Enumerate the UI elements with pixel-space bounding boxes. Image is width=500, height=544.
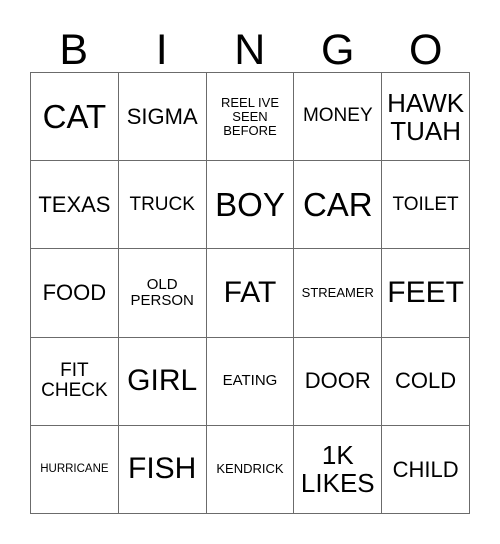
bingo-cell-label: HAWK TUAH — [387, 87, 465, 146]
bingo-cell[interactable]: HURRICANE — [31, 425, 119, 514]
bingo-cell[interactable]: EATING — [206, 337, 295, 426]
bingo-cell-label: HURRICANE — [40, 463, 109, 476]
bingo-header-letter-o: O — [409, 26, 443, 74]
bingo-header-letter-n: N — [234, 26, 266, 74]
bingo-cell-label: CAR — [302, 185, 373, 223]
bingo-header-row: B I N G O — [30, 14, 470, 72]
bingo-cell-label: MONEY — [302, 105, 373, 127]
bingo-cell-label: FAT — [223, 275, 277, 309]
bingo-cell-label: FEET — [387, 275, 464, 309]
bingo-cell[interactable]: STREAMER — [294, 249, 383, 338]
bingo-cell[interactable]: TRUCK — [118, 161, 207, 250]
bingo-cell[interactable]: GIRL — [118, 337, 207, 426]
bingo-cell-label: BOY — [215, 185, 285, 223]
bingo-cell-label: EATING — [222, 372, 278, 390]
bingo-cell[interactable]: TEXAS — [31, 161, 119, 250]
bingo-cell-label: CHILD — [392, 456, 459, 482]
bingo-cell-label: FIT CHECK — [41, 359, 108, 402]
bingo-cell[interactable]: SIGMA — [118, 73, 207, 162]
bingo-cell[interactable]: REEL IVE SEEN BEFORE — [206, 73, 295, 162]
bingo-cell-label: TOILET — [392, 193, 459, 215]
bingo-cell-label: SIGMA — [126, 103, 198, 129]
bingo-cell-label: TRUCK — [129, 193, 195, 215]
bingo-grid: CAT SIGMA REEL IVE SEEN BEFORE MONEY HAW… — [30, 72, 470, 514]
bingo-cell[interactable]: FAT — [206, 249, 295, 338]
bingo-cell[interactable]: CAR — [294, 161, 383, 250]
bingo-cell-label: REEL IVE SEEN BEFORE — [220, 94, 280, 138]
bingo-cell[interactable]: FEET — [382, 249, 470, 338]
bingo-cell[interactable]: MONEY — [294, 73, 383, 162]
bingo-cell[interactable]: CHILD — [382, 425, 470, 514]
bingo-cell[interactable]: OLD PERSON — [118, 249, 207, 338]
bingo-cell-label: COLD — [395, 368, 457, 394]
bingo-cell[interactable]: HAWK TUAH — [382, 73, 470, 162]
bingo-card: B I N G O CAT SIGMA REEL IVE SEEN BEFORE… — [0, 0, 500, 544]
bingo-cell-label: 1K LIKES — [300, 440, 375, 499]
bingo-header-letter-i: I — [155, 26, 169, 74]
bingo-cell-label: KENDRICK — [216, 461, 284, 477]
bingo-cell-label: TEXAS — [38, 191, 111, 217]
bingo-cell-label: FISH — [128, 452, 197, 486]
bingo-cell-label: STREAMER — [301, 284, 374, 300]
bingo-cell[interactable]: BOY — [206, 161, 295, 250]
bingo-cell[interactable]: DOOR — [294, 337, 383, 426]
bingo-cell-label: OLD PERSON — [130, 275, 194, 309]
bingo-cell[interactable]: TOILET — [382, 161, 470, 250]
bingo-cell[interactable]: FISH — [118, 425, 207, 514]
bingo-header-letter-b: B — [59, 26, 89, 74]
bingo-header-letter-g: G — [321, 26, 355, 74]
bingo-cell[interactable]: COLD — [382, 337, 470, 426]
bingo-cell-label: CAT — [42, 97, 107, 135]
bingo-cell[interactable]: FIT CHECK — [31, 337, 119, 426]
bingo-cell[interactable]: 1K LIKES — [294, 425, 383, 514]
bingo-cell[interactable]: KENDRICK — [206, 425, 295, 514]
bingo-cell-label: FOOD — [42, 280, 107, 306]
bingo-cell[interactable]: CAT — [31, 73, 119, 162]
bingo-cell-label: GIRL — [127, 364, 198, 397]
bingo-cell[interactable]: FOOD — [31, 249, 119, 338]
bingo-cell-label: DOOR — [304, 368, 371, 394]
